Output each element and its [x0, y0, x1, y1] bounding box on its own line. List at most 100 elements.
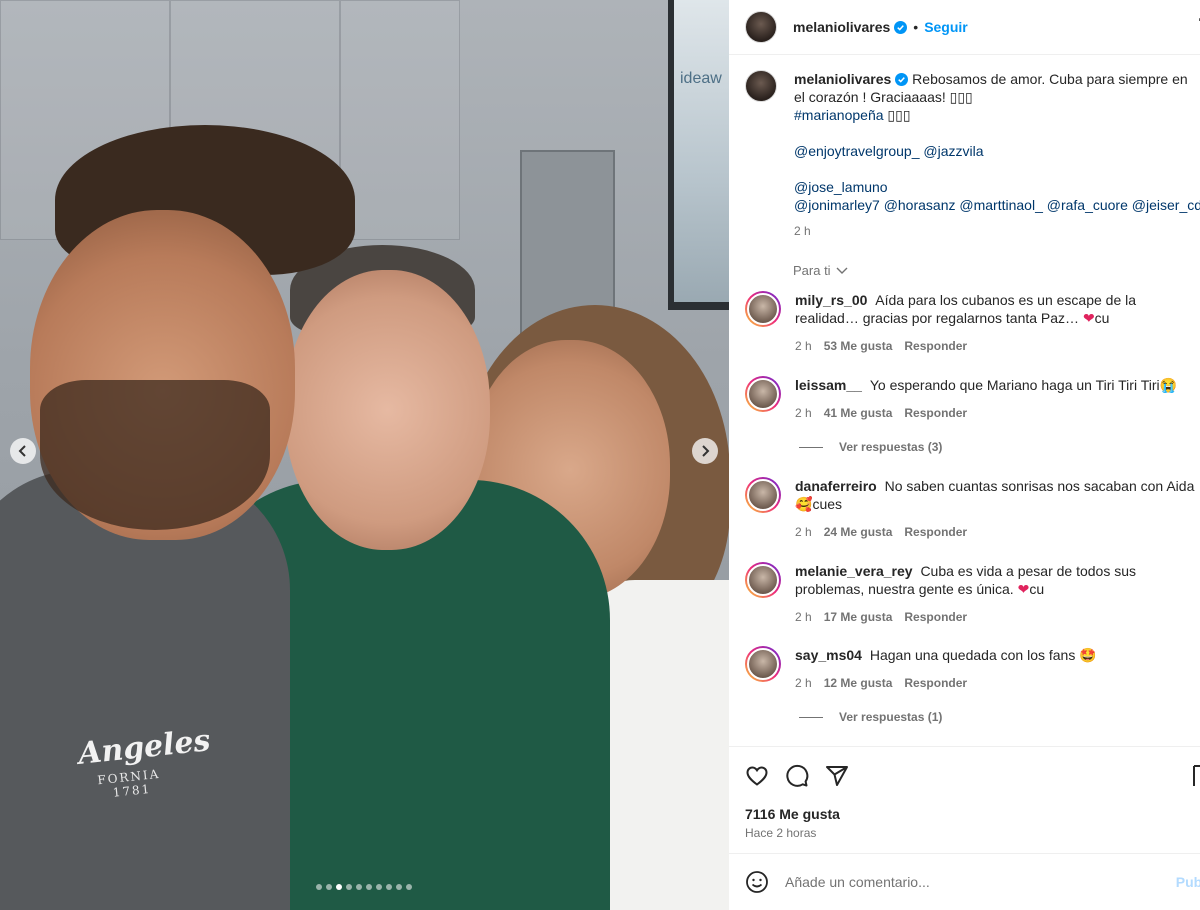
caption-mentions-1[interactable]: @enjoytravelgroup_ @jazzvila [794, 143, 984, 159]
view-replies-button[interactable]: Ver respuestas (3) [799, 440, 942, 454]
heart-icon[interactable] [745, 764, 769, 788]
post-action-bar: 7116 Me gusta Hace 2 horas [729, 746, 1200, 856]
comment-emoji: ❤ [1017, 581, 1030, 597]
comment-likes[interactable]: 41 Me gusta [824, 404, 893, 422]
comment-username[interactable]: melanie_vera_rey [795, 563, 913, 579]
comment-emoji: 🥰 [795, 496, 813, 512]
comment-username[interactable]: leissam__ [795, 377, 862, 393]
comment-time: 2 h [795, 525, 812, 539]
posted-time: Hace 2 horas [745, 826, 817, 840]
post-photo[interactable]: ideaw Angeles FORNIA 1781 [0, 0, 729, 910]
avatar[interactable] [745, 477, 781, 513]
comment-time: 2 h [795, 610, 812, 624]
header-separator: • [913, 19, 919, 35]
action-icons [745, 764, 849, 788]
comment-likes[interactable]: 12 Me gusta [824, 674, 893, 692]
header-username[interactable]: melaniolivares [793, 19, 890, 35]
reply-button[interactable]: Responder [904, 523, 967, 541]
carousel-dot [376, 884, 382, 890]
reply-button[interactable]: Responder [904, 404, 967, 422]
caption-username[interactable]: melaniolivares [794, 71, 891, 87]
bookmark-icon[interactable] [1192, 764, 1200, 788]
carousel-prev-button[interactable] [10, 438, 36, 464]
caption-time: 2 h [794, 224, 811, 238]
carousel-indicator [316, 884, 412, 890]
comment-time: 2 h [795, 406, 812, 420]
comment-sort-dropdown[interactable]: Para ti [793, 263, 848, 278]
avatar[interactable] [745, 646, 781, 682]
chevron-down-icon [836, 267, 848, 274]
comment-input[interactable] [785, 874, 1145, 890]
comment-tail: cues [812, 496, 843, 512]
comment-time: 2 h [795, 676, 812, 690]
view-replies-label: Ver respuestas (1) [839, 710, 943, 724]
comment-tail: cu [1029, 581, 1045, 597]
comment-likes[interactable]: 24 Me gusta [824, 523, 893, 541]
follow-button[interactable]: Seguir [924, 19, 968, 35]
screen-text: ideaw [680, 70, 722, 87]
comment-text: Yo esperando que Mariano haga un Tiri Ti… [869, 377, 1160, 393]
carousel-dot [386, 884, 392, 890]
publish-button[interactable]: Publi [1176, 874, 1200, 890]
post-caption: melaniolivares Rebosamos de amor. Cuba p… [745, 70, 1200, 240]
avatar[interactable] [745, 11, 777, 43]
reply-button[interactable]: Responder [904, 337, 967, 355]
view-replies-button[interactable]: Ver respuestas (1) [799, 710, 942, 724]
background-screen: ideaw [668, 0, 729, 310]
replies-divider [799, 716, 823, 718]
comment-item: say_ms04 Hagan una quedada con los fans … [745, 646, 1200, 692]
comment-actions: 2 h 12 Me gusta Responder [795, 674, 1195, 692]
avatar[interactable] [745, 70, 777, 102]
caption-hashtag-suffix: ▯▯▯ [883, 107, 911, 123]
reply-button[interactable]: Responder [904, 608, 967, 626]
comment-item: melanie_vera_rey Cuba es vida a pesar de… [745, 562, 1200, 626]
reply-button[interactable]: Responder [904, 674, 967, 692]
older-man-face [285, 270, 490, 550]
add-comment-bar: Publi [729, 853, 1200, 910]
comment-item: mily_rs_00 Aída para los cubanos es un e… [745, 291, 1200, 355]
comment-emoji: ❤ [1082, 310, 1095, 326]
share-icon[interactable] [825, 764, 849, 788]
carousel-next-button[interactable] [692, 438, 718, 464]
carousel-dot [326, 884, 332, 890]
comment-actions: 2 h 53 Me gusta Responder [795, 337, 1195, 355]
likes-count[interactable]: 7116 Me gusta [745, 806, 840, 822]
comment-time: 2 h [795, 339, 812, 353]
sort-label: Para ti [793, 263, 831, 278]
replies-divider [799, 446, 823, 448]
avatar[interactable] [745, 291, 781, 327]
caption-mentions-2[interactable]: @jose_lamuno [794, 179, 888, 195]
comment-username[interactable]: danaferreiro [795, 478, 877, 494]
comment-body: mily_rs_00 Aída para los cubanos es un e… [795, 291, 1195, 355]
comment-likes[interactable]: 17 Me gusta [824, 608, 893, 626]
comment-emoji: 🤩 [1079, 647, 1097, 663]
carousel-dot [336, 884, 342, 890]
comment-text: No saben cuantas sonrisas nos sacaban co… [884, 478, 1195, 494]
carousel-dot [316, 884, 322, 890]
caption-hashtag[interactable]: #marianopeña [794, 107, 884, 123]
post-details-panel: melaniolivares • Seguir · melaniolivares… [729, 0, 1200, 910]
carousel-dot [396, 884, 402, 890]
comment-actions: 2 h 24 Me gusta Responder [795, 523, 1195, 541]
comment-username[interactable]: say_ms04 [795, 647, 862, 663]
emoji-icon[interactable] [745, 870, 769, 894]
caption-body: melaniolivares Rebosamos de amor. Cuba p… [794, 70, 1200, 240]
comment-tail: cu [1094, 310, 1110, 326]
avatar[interactable] [745, 562, 781, 598]
chevron-left-icon [18, 445, 26, 457]
comment-actions: 2 h 17 Me gusta Responder [795, 608, 1195, 626]
comment-body: leissam__ Yo esperando que Mariano haga … [795, 376, 1195, 422]
carousel-dot [346, 884, 352, 890]
young-man-beard [40, 380, 270, 530]
comment-username[interactable]: mily_rs_00 [795, 292, 867, 308]
comment-text: Hagan una quedada con los fans [869, 647, 1076, 663]
comment-icon[interactable] [785, 764, 809, 788]
carousel-dot [366, 884, 372, 890]
verified-badge-icon [894, 20, 908, 34]
caption-mentions-3[interactable]: @jonimarley7 @horasanz @marttinaol_ @raf… [794, 197, 1200, 213]
comment-item: leissam__ Yo esperando que Mariano haga … [745, 376, 1200, 422]
avatar[interactable] [745, 376, 781, 412]
comment-body: say_ms04 Hagan una quedada con los fans … [795, 646, 1195, 692]
comment-likes[interactable]: 53 Me gusta [824, 337, 893, 355]
post-header: melaniolivares • Seguir · [729, 0, 1200, 55]
